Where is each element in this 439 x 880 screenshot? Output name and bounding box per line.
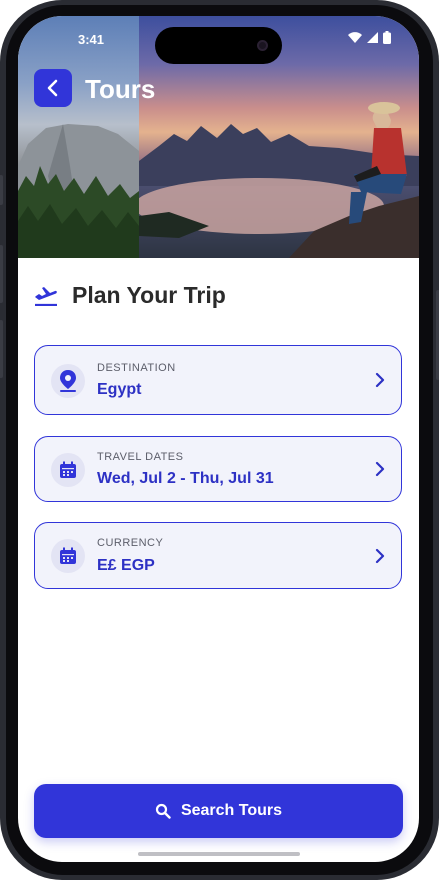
calendar-icon	[60, 461, 76, 478]
volume-up-button	[0, 245, 3, 303]
wifi-icon	[348, 32, 362, 43]
half-dome-illustration	[18, 124, 139, 258]
section-title: Plan Your Trip	[72, 282, 226, 308]
hero-image-mountain	[18, 16, 139, 258]
chevron-left-icon	[47, 79, 58, 97]
dynamic-island	[155, 27, 282, 64]
status-icons	[348, 31, 391, 44]
location-pin-icon	[60, 370, 76, 392]
currency-value: E£ EGP	[97, 557, 155, 574]
destination-field[interactable]: DESTINATION Egypt	[34, 345, 402, 415]
volume-down-button	[0, 320, 3, 378]
search-tours-button[interactable]: Search Tours	[34, 784, 403, 838]
calendar-icon	[60, 547, 76, 564]
chevron-right-icon	[375, 372, 385, 388]
chevron-right-icon	[375, 461, 385, 477]
flight-takeoff-icon	[35, 286, 57, 306]
status-time: 3:41	[78, 32, 105, 47]
location-pin-icon-wrap	[51, 364, 85, 398]
travel-dates-label: TRAVEL DATES	[97, 451, 184, 463]
page-title: Tours	[85, 74, 156, 104]
chevron-right-icon	[375, 548, 385, 564]
mute-switch	[0, 175, 3, 205]
calendar-icon-wrap	[51, 453, 85, 487]
cellular-icon	[367, 32, 378, 43]
travel-dates-value: Wed, Jul 2 - Thu, Jul 31	[97, 470, 274, 487]
calendar-icon-wrap	[51, 539, 85, 573]
travel-dates-field[interactable]: TRAVEL DATES Wed, Jul 2 - Thu, Jul 31	[34, 436, 402, 502]
search-tours-label: Search Tours	[180, 802, 283, 819]
destination-value: Egypt	[97, 381, 142, 398]
destination-label: DESTINATION	[97, 362, 176, 374]
section-header: Plan Your Trip	[34, 282, 226, 309]
front-camera	[257, 40, 268, 51]
app-screen: 3:41 Tours Plan Your Trip DESTINATION Eg…	[18, 16, 419, 862]
search-icon	[155, 803, 171, 819]
currency-field[interactable]: CURRENCY E£ EGP	[34, 522, 402, 589]
battery-icon	[383, 31, 391, 44]
back-button[interactable]	[34, 69, 72, 107]
hero-banner: 3:41 Tours	[18, 16, 419, 258]
currency-label: CURRENCY	[97, 537, 164, 549]
home-indicator[interactable]	[138, 852, 300, 856]
